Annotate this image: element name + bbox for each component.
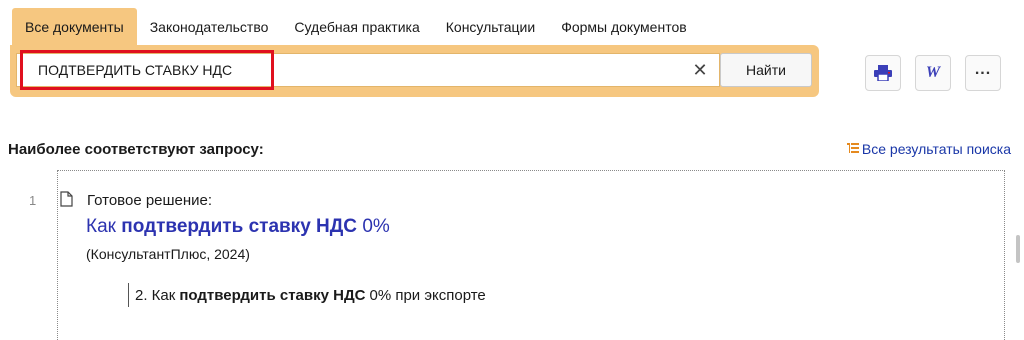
list-icon	[846, 143, 859, 153]
search-input[interactable]: ПОДТВЕРДИТЬ СТАВКУ НДС ✕	[16, 50, 720, 90]
tab-document-forms[interactable]: Формы документов	[548, 8, 700, 46]
result-title-link[interactable]: Как подтвердить ставку НДС 0%	[86, 216, 390, 238]
scrollbar-thumb[interactable]	[1016, 235, 1020, 263]
document-icon	[60, 191, 73, 207]
results-heading: Наиболее соответствуют запросу:	[8, 141, 264, 158]
print-icon	[874, 65, 892, 81]
result-title-prefix[interactable]: Как	[86, 216, 116, 237]
tab-all-documents[interactable]: Все документы	[12, 8, 137, 46]
more-button[interactable]: ...	[965, 55, 1001, 91]
sub-item-suffix[interactable]: 0% при экспорте	[369, 287, 485, 304]
close-icon[interactable]: ✕	[691, 61, 709, 79]
print-button[interactable]	[865, 55, 901, 91]
result-number: 1	[29, 193, 37, 208]
all-results-link[interactable]: Все результаты поиска	[846, 141, 1011, 157]
find-button[interactable]: Найти	[720, 53, 812, 87]
search-panel: ПОДТВЕРДИТЬ СТАВКУ НДС ✕ Найти	[10, 45, 819, 97]
tab-legislation[interactable]: Законодательство	[137, 8, 282, 46]
tab-court-practice[interactable]: Судебная практика	[281, 8, 432, 46]
word-icon: W	[925, 64, 941, 81]
sub-item-bold[interactable]: подтвердить ставку НДС	[179, 287, 365, 304]
result-title-bold[interactable]: подтвердить ставку НДС	[121, 216, 357, 237]
result-source: (КонсультантПлюс, 2024)	[86, 246, 250, 262]
result-type: Готовое решение:	[87, 192, 213, 209]
tab-consultations[interactable]: Консультации	[433, 8, 548, 46]
all-results-label[interactable]: Все результаты поиска	[862, 141, 1011, 157]
more-icon: ...	[974, 61, 992, 78]
result-title-suffix[interactable]: 0%	[362, 216, 389, 237]
search-tabs: Все документы Законодательство Судебная …	[12, 8, 700, 46]
result-sub-item-link[interactable]: 2. Как подтвердить ставку НДС 0% при экс…	[128, 283, 486, 307]
sub-item-prefix[interactable]: 2. Как	[135, 287, 175, 304]
search-query-highlight[interactable]: ПОДТВЕРДИТЬ СТАВКУ НДС	[20, 50, 274, 90]
export-word-button[interactable]: W	[915, 55, 951, 91]
